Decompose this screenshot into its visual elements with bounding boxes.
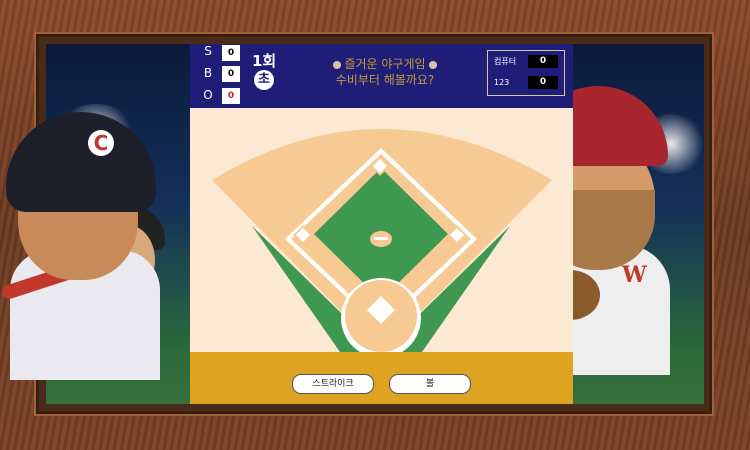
- team-name-player: 123: [494, 78, 510, 87]
- team-name-computer: 컴퓨터: [494, 57, 517, 66]
- score-computer: 0: [528, 55, 558, 68]
- inning-number: 1회: [252, 52, 277, 70]
- strike-count: 0: [222, 45, 240, 61]
- strike-label: S: [204, 44, 212, 58]
- message-line2: 수비부터 해볼까요?: [335, 73, 435, 87]
- baseball-icon: [428, 60, 437, 69]
- inning-half-badge: 초: [254, 70, 274, 90]
- out-count: 0: [222, 88, 240, 104]
- score-player: 0: [528, 76, 558, 89]
- scoreboard: 컴퓨터 0 123 0: [487, 50, 565, 96]
- strike-button[interactable]: 스트라이크: [292, 374, 374, 394]
- ball-button[interactable]: 볼: [389, 374, 471, 394]
- ball-label: B: [203, 66, 213, 80]
- team-logo-c: C: [88, 130, 114, 156]
- action-bar: 스트라이크 볼: [190, 352, 573, 404]
- hud-header: S 0 B 0 O 0 1회 초 즐거운 야구게임 수비부터 해볼까요? 컴퓨터…: [190, 44, 573, 108]
- ball-count: 0: [222, 66, 240, 82]
- game-panel: S 0 B 0 O 0 1회 초 즐거운 야구게임 수비부터 해볼까요? 컴퓨터…: [190, 44, 573, 404]
- team-logo-w: W: [622, 262, 647, 288]
- baseball-field: [190, 108, 573, 352]
- game-message: 즐거운 야구게임 수비부터 해볼까요?: [310, 56, 460, 88]
- baseball-icon: [333, 60, 342, 69]
- out-label: O: [203, 88, 213, 102]
- message-line1: 즐거운 야구게임: [344, 57, 426, 71]
